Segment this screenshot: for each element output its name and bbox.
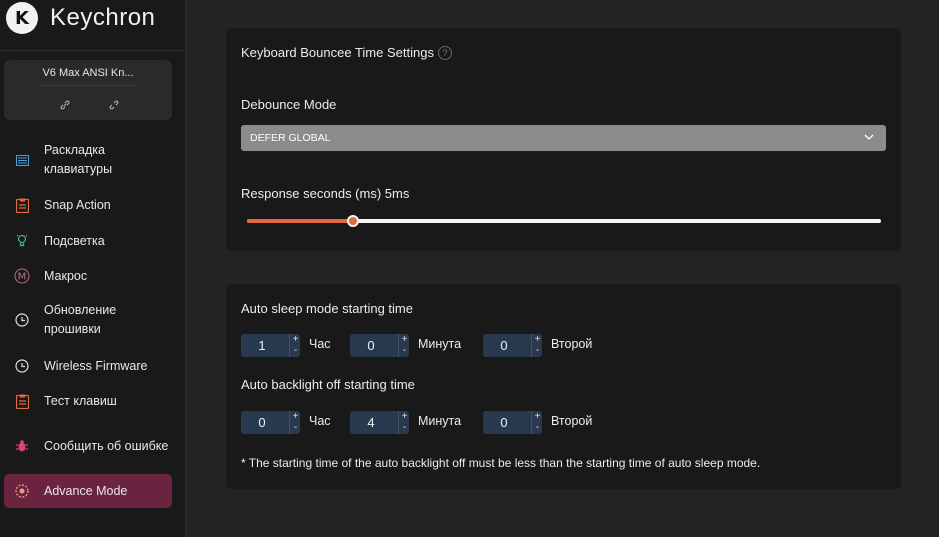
sidebar-item-wireless-firmware[interactable]: Wireless Firmware — [4, 356, 172, 376]
divider — [0, 50, 186, 51]
stepper-buttons: + - — [531, 334, 542, 357]
sidebar-item-lighting[interactable]: Подсветка — [4, 231, 172, 251]
sidebar-item-advance-mode[interactable]: Advance Mode — [4, 474, 172, 508]
sidebar-item-label: Сообщить об ошибке — [44, 438, 169, 453]
bulb-icon — [14, 233, 30, 249]
clipboard-icon — [14, 197, 30, 213]
unit-seconds: Второй — [551, 337, 593, 351]
sidebar: K Keychron V6 Max ANSI Kn... Раскладка к… — [0, 0, 186, 537]
sleep-settings-card: Auto sleep mode starting time 1 + - Час … — [226, 284, 901, 489]
stepper-value[interactable]: 4 — [350, 415, 392, 430]
stepper-buttons: + - — [289, 334, 300, 357]
device-name: V6 Max ANSI Kn... — [42, 67, 134, 79]
debounce-mode-select[interactable]: DEFER GLOBAL — [241, 125, 886, 151]
help-icon[interactable]: ? — [438, 46, 452, 60]
brand: K Keychron — [6, 2, 155, 34]
unit-hours: Час — [309, 337, 331, 351]
auto-sleep-label: Auto sleep mode starting time — [241, 301, 413, 316]
increment-button[interactable]: + — [399, 412, 410, 422]
sidebar-item-label: Wireless Firmware — [44, 358, 148, 373]
debounce-mode-label: Debounce Mode — [241, 97, 337, 112]
unit-seconds: Второй — [551, 414, 593, 428]
sidebar-item-macro[interactable]: M Макрос — [4, 266, 172, 286]
link-icon[interactable] — [59, 100, 71, 112]
debounce-title: Keyboard Bouncee Time Settings — [241, 45, 434, 60]
divider — [38, 85, 138, 86]
sidebar-item-label: Snap Action — [44, 197, 111, 212]
chevron-down-icon — [864, 134, 874, 140]
increment-button[interactable]: + — [532, 412, 543, 422]
unit-minutes: Минута — [418, 414, 462, 428]
slider-thumb[interactable] — [347, 215, 359, 227]
firmware-update-icon — [14, 312, 30, 328]
unlink-icon[interactable] — [108, 100, 120, 112]
sidebar-item-label: Advance Mode — [44, 483, 128, 498]
stepper-buttons: + - — [398, 411, 409, 434]
keychron-logo-icon: K — [6, 2, 38, 34]
wireless-firmware-icon — [14, 358, 30, 374]
sidebar-item-report-bug[interactable]: Сообщить об ошибке — [4, 426, 172, 466]
sleep-note: * The starting time of the auto backligh… — [241, 456, 761, 470]
debounce-mode-value: DEFER GLOBAL — [250, 132, 331, 144]
unit-hours: Час — [309, 414, 331, 428]
response-seconds-label: Response seconds (ms) 5ms — [241, 186, 410, 201]
advance-mode-icon — [14, 483, 30, 499]
decrement-button[interactable]: - — [290, 346, 301, 356]
auto-sleep-seconds-stepper[interactable]: 0 + - — [483, 334, 542, 357]
sidebar-item-label: Тест клавиш — [44, 393, 117, 408]
decrement-button[interactable]: - — [399, 423, 410, 433]
device-card[interactable]: V6 Max ANSI Kn... — [4, 60, 172, 120]
decrement-button[interactable]: - — [532, 423, 543, 433]
increment-button[interactable]: + — [532, 335, 543, 345]
decrement-button[interactable]: - — [399, 346, 410, 356]
increment-button[interactable]: + — [290, 412, 301, 422]
sidebar-item-label: Раскладка клавиатуры — [44, 143, 113, 176]
sidebar-item-key-test[interactable]: Тест клавиш — [4, 391, 172, 411]
sidebar-item-label: Макрос — [44, 268, 88, 283]
brand-name: Keychron — [50, 4, 156, 31]
sidebar-item-label: Подсветка — [44, 233, 105, 248]
keyboard-layout-icon — [14, 152, 30, 168]
stepper-value[interactable]: 0 — [350, 338, 392, 353]
sidebar-item-firmware-update[interactable]: Обновление прошивки — [4, 300, 172, 340]
stepper-buttons: + - — [289, 411, 300, 434]
increment-button[interactable]: + — [399, 335, 410, 345]
clipboard-icon — [14, 393, 30, 409]
auto-backlight-seconds-stepper[interactable]: 0 + - — [483, 411, 542, 434]
sidebar-item-label: Обновление прошивки — [44, 303, 117, 336]
stepper-value[interactable]: 1 — [241, 338, 283, 353]
svg-text:M: M — [18, 272, 27, 283]
stepper-value[interactable]: 0 — [241, 415, 283, 430]
app-window: K Keychron V6 Max ANSI Kn... Раскладка к… — [0, 0, 939, 537]
decrement-button[interactable]: - — [532, 346, 543, 356]
stepper-buttons: + - — [398, 334, 409, 357]
sidebar-item-snap-action[interactable]: Snap Action — [4, 195, 172, 215]
auto-backlight-minutes-stepper[interactable]: 4 + - — [350, 411, 409, 434]
sidebar-item-keyboard-layout[interactable]: Раскладка клавиатуры — [4, 140, 172, 180]
auto-backlight-hours-stepper[interactable]: 0 + - — [241, 411, 300, 434]
increment-button[interactable]: + — [290, 335, 301, 345]
unit-minutes: Минута — [418, 337, 462, 351]
auto-sleep-hours-stepper[interactable]: 1 + - — [241, 334, 300, 357]
decrement-button[interactable]: - — [290, 423, 301, 433]
stepper-buttons: + - — [531, 411, 542, 434]
macro-icon: M — [14, 268, 30, 284]
stepper-value[interactable]: 0 — [483, 338, 525, 353]
slider-fill — [247, 219, 353, 223]
response-slider[interactable] — [247, 215, 881, 227]
auto-backlight-label: Auto backlight off starting time — [241, 377, 415, 392]
auto-sleep-minutes-stepper[interactable]: 0 + - — [350, 334, 409, 357]
stepper-value[interactable]: 0 — [483, 415, 525, 430]
debounce-settings-card: Keyboard Bouncee Time Settings ? Debounc… — [226, 28, 901, 251]
bug-icon — [14, 438, 30, 454]
